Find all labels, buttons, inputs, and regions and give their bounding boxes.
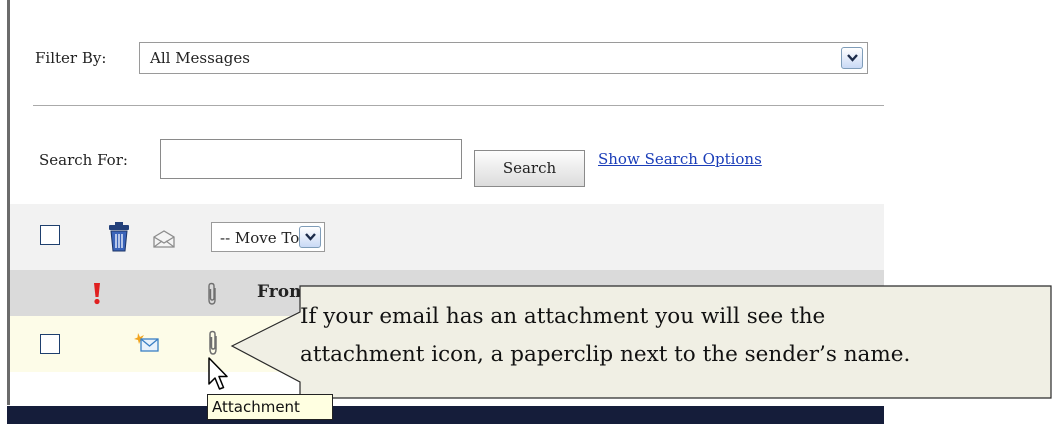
callout-line-2: attachment icon, a paperclip next to the… bbox=[300, 342, 911, 367]
callout-line-1: If your email has an attachment you will… bbox=[300, 304, 826, 329]
mouse-pointer-icon bbox=[208, 357, 232, 397]
attachment-tooltip: Attachment bbox=[207, 394, 333, 420]
callout-text: If your email has an attachment you will… bbox=[300, 298, 1040, 374]
